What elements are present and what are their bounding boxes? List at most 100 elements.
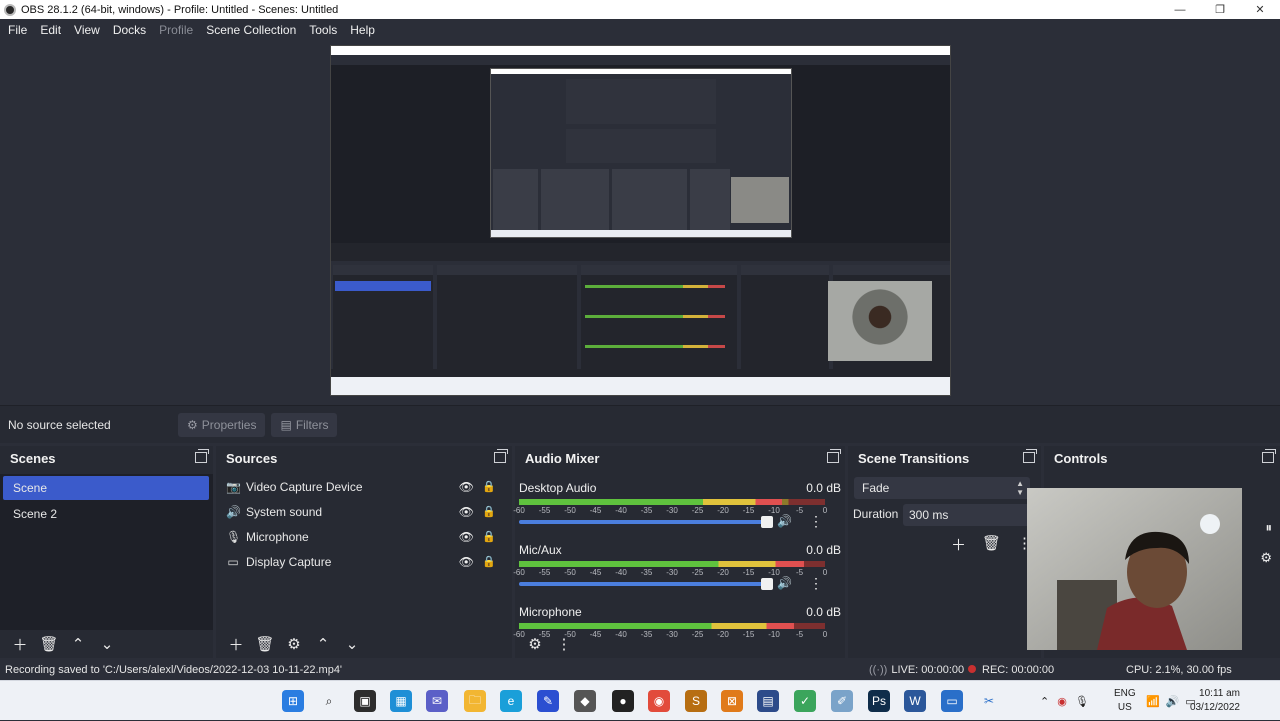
undock-icon[interactable] — [1023, 449, 1037, 463]
scene-item[interactable]: Scene 2 — [3, 502, 209, 526]
menu-tools[interactable]: Tools — [309, 23, 337, 37]
add-scene-button[interactable]: ＋ — [6, 633, 34, 655]
filters-button[interactable]: ▤ Filters — [271, 412, 338, 437]
menu-help[interactable]: Help — [350, 23, 375, 37]
volume-slider[interactable] — [519, 516, 773, 528]
photoshop-icon[interactable]: Ps — [868, 690, 890, 712]
channel-menu-kebab-icon[interactable]: ⋮ — [809, 575, 823, 592]
source-item[interactable]: 📷 Video Capture Device 👁 🔒 — [216, 474, 512, 499]
wifi-icon: 📶 — [1146, 695, 1160, 708]
obs-taskbar-icon[interactable]: ● — [612, 690, 634, 712]
window-title: OBS 28.1.2 (64-bit, windows) - Profile: … — [21, 3, 339, 16]
notes-app-icon[interactable]: ✐ — [831, 690, 853, 712]
widgets-icon[interactable]: ▦ — [390, 690, 412, 712]
undock-icon[interactable] — [494, 449, 508, 463]
close-button[interactable]: ✕ — [1240, 0, 1280, 19]
file-explorer-icon[interactable]: 🗀 — [464, 690, 486, 712]
source-item[interactable]: ▭ Display Capture 👁 🔒 — [216, 549, 512, 574]
settings-gear-icon[interactable]: ⚙ — [1260, 550, 1272, 566]
lock-icon[interactable]: 🔒 — [482, 480, 496, 493]
task-view-icon[interactable]: ▣ — [354, 690, 376, 712]
source-properties-button[interactable]: ⚙ — [280, 633, 308, 655]
mute-speaker-icon[interactable]: 🔊 — [777, 514, 792, 528]
chrome-icon[interactable]: ◉ — [648, 690, 670, 712]
lock-icon[interactable]: 🔒 — [482, 530, 496, 543]
chat-icon[interactable]: ✉ — [426, 690, 448, 712]
undock-icon[interactable] — [827, 449, 841, 463]
visibility-eye-icon[interactable]: 👁 — [459, 505, 474, 519]
meter-tick-label: -40 — [615, 506, 627, 515]
live-status: ((·)) LIVE: 00:00:00 — [869, 664, 964, 676]
duration-input[interactable]: 300 ms — [903, 504, 1030, 526]
source-item[interactable]: 🔊 System sound 👁 🔒 — [216, 499, 512, 524]
menu-docks[interactable]: Docks — [113, 23, 146, 37]
add-transition-button[interactable]: ＋ — [942, 534, 975, 555]
xampp-icon[interactable]: ⊠ — [721, 690, 743, 712]
menu-profile[interactable]: Profile — [159, 23, 193, 37]
windows-start-icon[interactable]: ⊞ — [282, 690, 304, 712]
maximize-button[interactable]: ❐ — [1200, 0, 1240, 19]
tray-mic-icon[interactable]: 🎙 — [1075, 695, 1089, 708]
sublime-icon[interactable]: S — [685, 690, 707, 712]
snipping-tool-icon[interactable]: ✂ — [978, 690, 1000, 712]
undock-icon[interactable] — [1262, 449, 1276, 463]
source-label: Microphone — [246, 529, 309, 544]
edge-browser-icon[interactable]: e — [500, 690, 522, 712]
audio-mixer-dock: Audio Mixer Desktop Audio 0.0 dB -60 -55 -50… — [513, 446, 845, 658]
visibility-eye-icon[interactable]: 👁 — [459, 530, 474, 544]
input-language[interactable]: ENG US — [1114, 687, 1136, 715]
app-cube-icon[interactable]: ◆ — [574, 690, 596, 712]
scene-item[interactable]: Scene — [3, 476, 209, 500]
visibility-eye-icon[interactable]: 👁 — [459, 480, 474, 494]
move-source-up-button[interactable]: ⌃ — [309, 633, 337, 655]
meter-tick-label: -15 — [742, 568, 755, 577]
add-source-button[interactable]: ＋ — [222, 633, 250, 655]
volume-slider-handle[interactable] — [761, 516, 773, 528]
properties-button[interactable]: ⚙ Properties — [178, 412, 266, 437]
transition-select[interactable]: Fade ▲ ▼ — [854, 477, 1030, 499]
tray-app-icon[interactable]: ◉ — [1057, 695, 1067, 708]
preview-nested-titlebar — [331, 46, 950, 55]
clock[interactable]: 10:11 am 03/12/2022 — [1190, 687, 1240, 715]
volume-slider-handle[interactable] — [761, 578, 773, 590]
word-icon[interactable]: W — [904, 690, 926, 712]
meter-tick-label: -35 — [640, 568, 653, 577]
search-icon[interactable]: ⌕ — [318, 690, 340, 712]
vm-app-icon[interactable]: ▤ — [757, 690, 779, 712]
pause-recording-button[interactable]: ⏸ — [1266, 520, 1273, 536]
menu-file[interactable]: File — [8, 23, 27, 37]
store-app-icon[interactable]: ▭ — [941, 690, 963, 712]
remove-transition-button[interactable]: 🗑 — [975, 534, 1008, 555]
remove-source-button[interactable]: 🗑 — [251, 633, 279, 655]
source-item[interactable]: 🎙 Microphone 👁 🔒 — [216, 524, 512, 549]
editor-app-icon[interactable]: ✎ — [537, 690, 559, 712]
tray-chevron-up-icon[interactable]: ⌃ — [1040, 695, 1049, 708]
chevron-updown-icon: ▲ ▼ — [1016, 479, 1024, 497]
mute-speaker-icon[interactable]: 🔊 — [777, 576, 792, 590]
menu-edit[interactable]: Edit — [40, 23, 61, 37]
meter-tick-label: -40 — [615, 568, 627, 577]
meter-tick-label: -50 — [564, 568, 576, 577]
lock-icon[interactable]: 🔒 — [482, 555, 496, 568]
move-source-down-button[interactable]: ⌄ — [338, 633, 366, 655]
channel-menu-kebab-icon[interactable]: ⋮ — [809, 513, 823, 530]
menu-scene-collection[interactable]: Scene Collection — [206, 23, 296, 37]
advanced-audio-gear-icon[interactable]: ⚙ — [521, 633, 549, 655]
meter-tick-label: -60 — [513, 506, 525, 515]
visibility-eye-icon[interactable]: 👁 — [459, 555, 474, 569]
mixer-menu-kebab-icon[interactable]: ⋮ — [550, 633, 578, 655]
volume-slider[interactable] — [519, 578, 773, 590]
meter-tick-label: -50 — [564, 506, 576, 515]
undock-icon[interactable] — [195, 449, 209, 463]
spreadsheet-icon[interactable]: ✓ — [794, 690, 816, 712]
audio-mixer-dock-title: Audio Mixer — [515, 446, 845, 470]
program-preview[interactable] — [330, 45, 951, 396]
move-scene-up-button[interactable]: ⌃ — [64, 633, 92, 655]
move-scene-down-button[interactable]: ⌄ — [93, 633, 121, 655]
lock-icon[interactable]: 🔒 — [482, 505, 496, 518]
remove-scene-button[interactable]: 🗑 — [35, 633, 63, 655]
meter-tick-label: 0 — [822, 506, 828, 515]
minimize-button[interactable]: — — [1160, 0, 1200, 19]
menu-view[interactable]: View — [74, 23, 100, 37]
network-volume-battery[interactable]: 📶 🔊 ▭ — [1146, 681, 1196, 721]
